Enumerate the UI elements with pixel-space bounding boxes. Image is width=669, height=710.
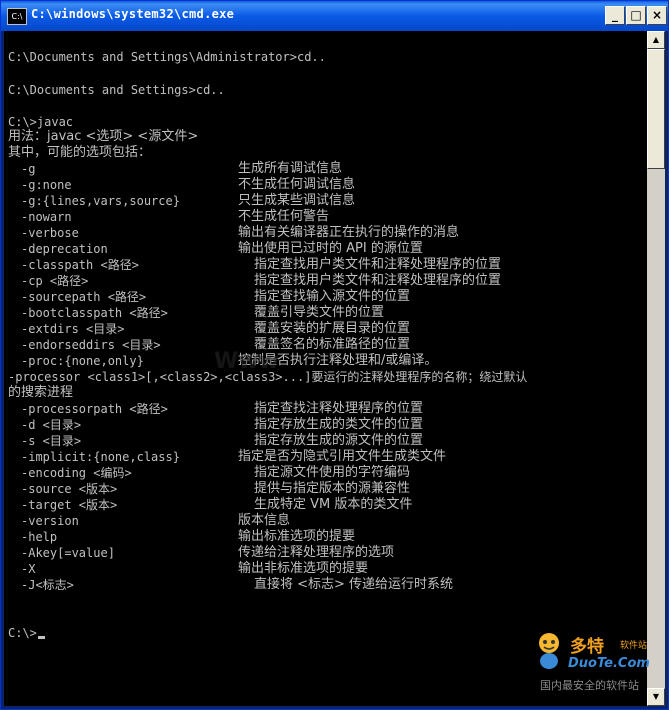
maximize-button[interactable]: □ <box>626 6 646 25</box>
option-flag: -extdirs <目录> <box>21 322 125 336</box>
option-flag: -J<标志> <box>21 578 74 592</box>
console-line: C:\>javac <box>8 115 74 129</box>
option-description: 指定存放生成的类文件的位置 <box>254 417 424 432</box>
processor-option-continuation: 的搜索进程 <box>8 385 74 400</box>
watermark-brand-cn-small: 软件站 <box>620 641 648 651</box>
window-title: C:\windows\system32\cmd.exe <box>31 7 235 21</box>
option-flag: -g:none <box>21 178 72 192</box>
title-bar[interactable]: C:\ C:\windows\system32\cmd.exe _ □ × <box>1 1 668 31</box>
watermark-brand-en: DuoTe.Com <box>568 656 650 671</box>
cmd-window: C:\ C:\windows\system32\cmd.exe _ □ × C:… <box>0 0 669 710</box>
option-description: 只生成某些调试信息 <box>238 193 356 208</box>
option-flag: -help <box>21 530 58 544</box>
center-watermark: Www <box>214 349 279 374</box>
cmd-app-icon[interactable]: C:\ <box>7 8 27 25</box>
option-description: 提供与指定版本的源兼容性 <box>254 481 411 496</box>
option-flag: -bootclasspath <路径> <box>21 306 168 320</box>
option-description: 直接将 <标志> 传递给运行时系统 <box>254 577 454 592</box>
console-output[interactable]: C:\Documents and Settings\Administrator>… <box>4 31 647 706</box>
option-description: 输出使用已过时的 API 的源位置 <box>238 241 423 256</box>
usage-line: 用法：javac <选项> <源文件> <box>8 129 199 144</box>
console-line: C:\Documents and Settings>cd.. <box>8 83 225 97</box>
option-flag: -sourcepath <路径> <box>21 290 147 304</box>
text-cursor <box>37 636 45 639</box>
option-description: 指定查找注释处理程序的位置 <box>254 401 424 416</box>
option-description: 覆盖安装的扩展目录的位置 <box>254 321 411 336</box>
prompt-text: C:\> <box>8 626 37 640</box>
option-flag: -verbose <box>21 226 79 240</box>
option-flag: -g:{lines,vars,source} <box>21 194 180 208</box>
option-description: 生成所有调试信息 <box>238 161 343 176</box>
option-flag: -processorpath <路径> <box>21 402 168 416</box>
option-description: 不生成任何调试信息 <box>238 177 356 192</box>
duote-watermark: 多特 软件站 DuoTe.Com 国内最安全的软件站 <box>534 629 664 699</box>
vertical-scrollbar[interactable]: ▲ ▼ <box>647 31 665 706</box>
option-description: 指定源文件使用的字符编码 <box>254 465 411 480</box>
options-intro-line: 其中，可能的选项包括： <box>8 145 152 160</box>
option-description: 指定是否为隐式引用文件生成类文件 <box>238 449 447 464</box>
option-flag: -d <目录> <box>21 418 82 432</box>
console-line: C:\Documents and Settings\Administrator>… <box>8 50 326 64</box>
option-flag: -implicit:{none,class} <box>21 450 180 464</box>
option-description: 传递给注释处理程序的选项 <box>238 545 395 560</box>
option-description: 版本信息 <box>238 513 291 528</box>
minimize-button[interactable]: _ <box>605 6 625 25</box>
option-description: 不生成任何警告 <box>238 209 330 224</box>
option-description: 指定查找用户类文件和注释处理程序的位置 <box>254 273 502 288</box>
option-flag: -cp <路径> <box>21 274 89 288</box>
option-description: 指定查找输入源文件的位置 <box>254 289 411 304</box>
option-flag: -Akey[=value] <box>21 546 115 560</box>
watermark-brand-cn: 多特 <box>570 637 604 657</box>
option-description: 输出标准选项的提要 <box>238 529 356 544</box>
option-flag: -classpath <路径> <box>21 258 139 272</box>
option-flag: -X <box>21 562 36 576</box>
option-description: 覆盖引导类文件的位置 <box>254 305 385 320</box>
duote-mascot-icon <box>539 633 559 669</box>
scrollbar-thumb[interactable] <box>647 49 665 169</box>
option-flag: -s <目录> <box>21 434 82 448</box>
option-flag: -proc:{none,only} <box>21 354 144 368</box>
option-description: 指定存放生成的源文件的位置 <box>254 433 424 448</box>
option-description: 指定查找用户类文件和注释处理程序的位置 <box>254 257 502 272</box>
option-flag: -version <box>21 514 79 528</box>
watermark-slogan: 国内最安全的软件站 <box>540 679 639 692</box>
scroll-up-arrow-icon[interactable]: ▲ <box>647 31 665 49</box>
option-description: 输出有关编译器正在执行的操作的消息 <box>238 225 460 240</box>
option-flag: -endorseddirs <目录> <box>21 338 161 352</box>
option-flag: -g <box>21 162 36 176</box>
option-flag: -target <版本> <box>21 498 118 512</box>
close-button[interactable]: × <box>647 6 667 25</box>
option-flag: -deprecation <box>21 242 108 256</box>
option-flag: -encoding <编码> <box>21 466 132 480</box>
option-description: 输出非标准选项的提要 <box>238 561 369 576</box>
option-flag: -source <版本> <box>21 482 118 496</box>
option-description: 生成特定 VM 版本的类文件 <box>254 497 413 512</box>
command-prompt[interactable]: C:\> <box>8 625 45 641</box>
option-flag: -nowarn <box>21 210 72 224</box>
